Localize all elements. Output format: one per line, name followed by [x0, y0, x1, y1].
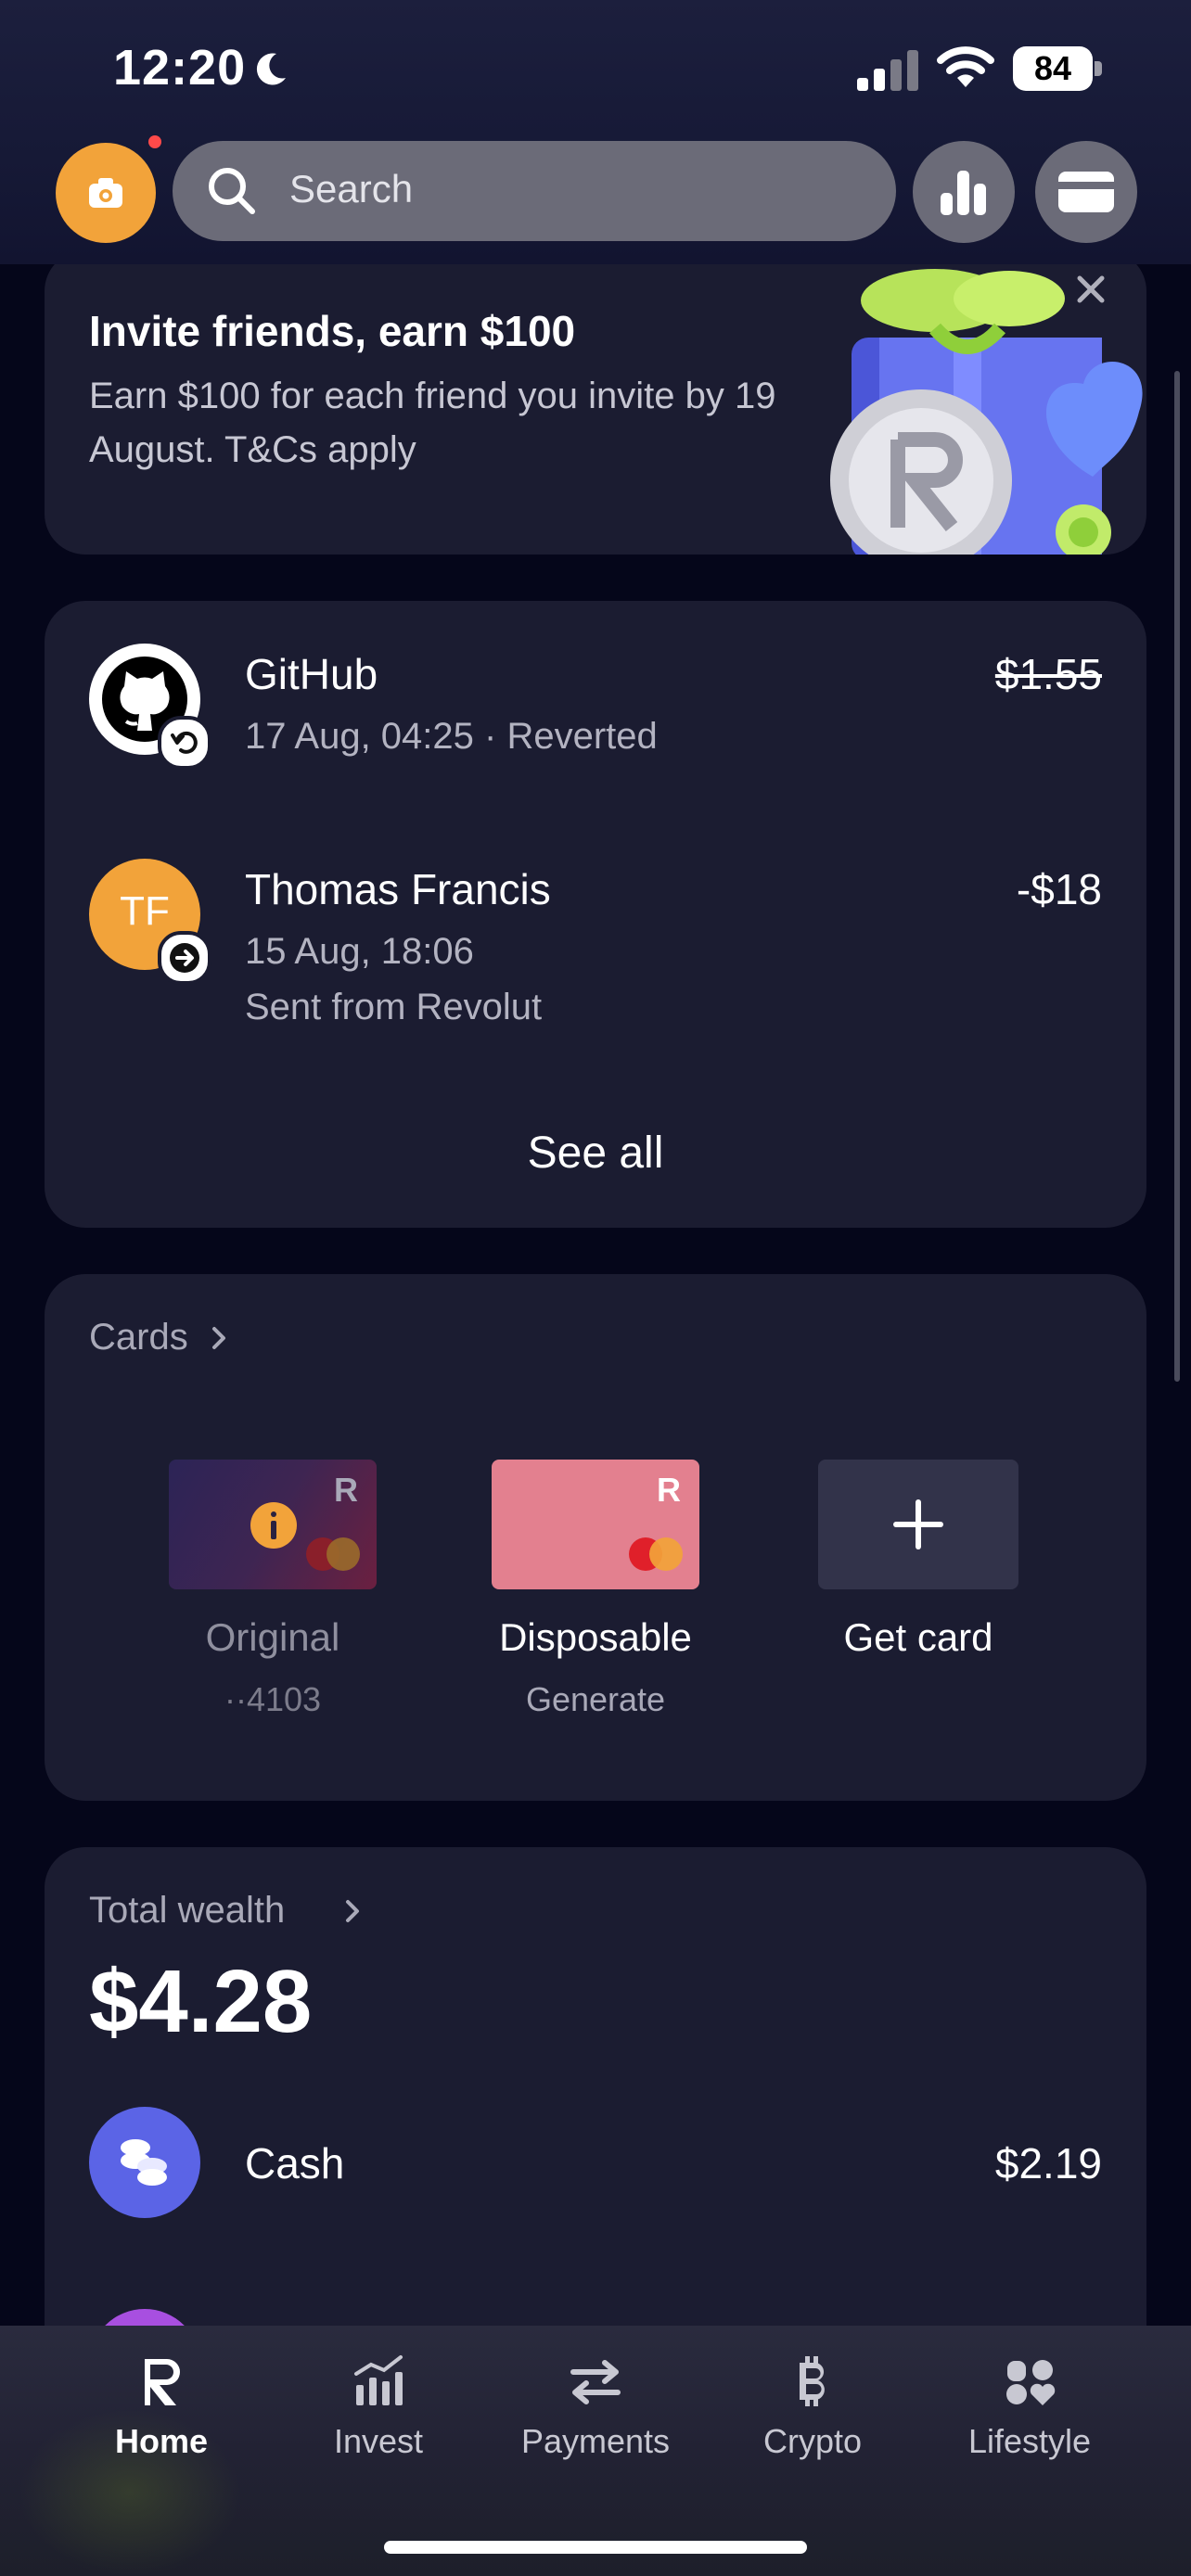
battery-indicator: 84 [1013, 46, 1102, 93]
battery-level: 84 [1013, 46, 1093, 91]
tab-label: Invest [333, 2422, 424, 2460]
total-wealth-title: Total wealth [89, 1890, 286, 1931]
tab-label: Payments [520, 2422, 671, 2460]
status-time: 12:20 [113, 40, 247, 96]
recent-transactions-card: GitHub 17 Aug, 04:25 · Reverted $1.55 TF… [45, 601, 1146, 1228]
chevron-right-icon [346, 1900, 359, 1922]
revolut-home-icon [145, 2359, 180, 2405]
card-label: Get card [843, 1615, 993, 1659]
tab-invest[interactable]: Invest [260, 2326, 497, 2511]
cellular-signal-icon [857, 50, 918, 91]
undo-icon [171, 731, 198, 754]
profile-camera-button[interactable] [56, 143, 156, 243]
info-icon [250, 1502, 297, 1549]
promo-body: Earn $100 for each friend you invite by … [89, 376, 776, 470]
gift-illustration [830, 269, 1143, 555]
do-not-disturb-icon [256, 53, 286, 85]
mastercard-logo [306, 1537, 362, 1571]
invest-chart-icon [354, 2355, 403, 2405]
wealth-row-label: Cash [245, 2139, 345, 2187]
card-label: Original [205, 1615, 340, 1659]
tab-home[interactable]: Home [43, 2326, 280, 2511]
total-wealth-card: Total wealth $4.28 Cash $2.19 [45, 1847, 1146, 2366]
cash-icon [89, 2107, 200, 2218]
mastercard-logo [629, 1537, 685, 1571]
home-indicator [384, 2541, 807, 2554]
transaction-amount: -$18 [1016, 865, 1102, 913]
total-wealth-amount: $4.28 [89, 1952, 313, 2051]
search-placeholder: Search [289, 167, 414, 210]
transaction-name: Thomas Francis [245, 865, 551, 913]
top-header: 12:20 84 Search [0, 0, 1191, 264]
cards-section: Cards R Original ··4103 R Disposable Gen… [45, 1274, 1146, 1801]
tab-payments[interactable]: Payments [477, 2326, 714, 2511]
wifi-icon [937, 46, 994, 87]
transaction-amount: $1.55 [994, 650, 1102, 698]
bottom-tab-bar: Home Invest Payments Crypto Lifestyle [0, 2326, 1191, 2576]
revolut-logo: R [334, 1471, 358, 1509]
transaction-name: GitHub [245, 650, 378, 698]
avatar-initials: TF [120, 888, 170, 934]
invite-promo-card[interactable]: Invite friends, earn $100 Earn $100 for … [45, 250, 1146, 555]
see-all-button[interactable]: See all [45, 1128, 1146, 1179]
camera-icon [89, 178, 122, 208]
card-icon [1058, 172, 1114, 212]
search-input[interactable]: Search [173, 141, 896, 241]
lifestyle-icon [1006, 2360, 1056, 2405]
tab-label: Home [114, 2422, 209, 2460]
tab-crypto[interactable]: Crypto [694, 2326, 931, 2511]
cards-title: Cards [89, 1317, 188, 1358]
bitcoin-icon [800, 2356, 825, 2406]
arrow-right-icon [170, 943, 199, 973]
card-label: Disposable [499, 1615, 692, 1659]
revolut-logo: R [657, 1471, 681, 1509]
chevron-right-icon [212, 1327, 225, 1349]
transfer-arrows-icon [570, 2360, 621, 2404]
notification-dot [148, 135, 161, 148]
get-card-tile [818, 1460, 1018, 1589]
transaction-note: Sent from Revolut [245, 987, 543, 1027]
plus-icon [893, 1499, 943, 1549]
disposable-card-image: R [492, 1460, 699, 1589]
promo-title: Invite friends, earn $100 [89, 307, 576, 355]
original-card-image: R [169, 1460, 377, 1589]
transaction-date: 15 Aug, 18:06 [245, 931, 474, 972]
transaction-date: 17 Aug, 04:25 · Reverted [245, 716, 658, 757]
search-icon [209, 168, 255, 214]
bar-chart-icon [941, 171, 986, 215]
reverted-badge [158, 716, 211, 770]
wealth-row-amount: $2.19 [994, 2139, 1102, 2187]
card-number: ··4103 [224, 1680, 322, 1718]
cards-shortcut-button[interactable] [1035, 141, 1137, 243]
card-action: Generate [525, 1680, 666, 1718]
tab-lifestyle[interactable]: Lifestyle [911, 2326, 1148, 2511]
tab-label: Crypto [762, 2422, 863, 2460]
sent-badge [158, 931, 211, 985]
scrollbar[interactable] [1174, 371, 1180, 1382]
tab-label: Lifestyle [967, 2422, 1092, 2460]
analytics-button[interactable] [913, 141, 1015, 243]
